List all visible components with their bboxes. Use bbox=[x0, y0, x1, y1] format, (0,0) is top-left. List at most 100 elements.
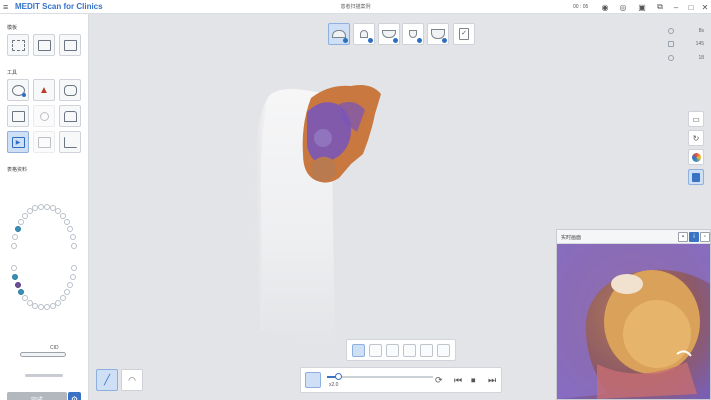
compare-icon bbox=[11, 110, 25, 122]
compare-tool[interactable] bbox=[7, 105, 29, 127]
window-icon[interactable]: ⧉ bbox=[655, 2, 665, 12]
tooth-21[interactable] bbox=[43, 203, 50, 210]
tooth-38[interactable] bbox=[70, 265, 77, 272]
tooth-14[interactable] bbox=[21, 213, 28, 220]
live-camera-feed bbox=[557, 244, 710, 399]
template-select-tool[interactable] bbox=[7, 34, 29, 56]
view-right-button[interactable] bbox=[437, 344, 450, 357]
frames-icon bbox=[668, 41, 674, 47]
measure-tool[interactable] bbox=[59, 131, 81, 153]
live-view-info-button[interactable]: i bbox=[689, 232, 699, 242]
tooth-37[interactable] bbox=[69, 273, 76, 280]
tooth-34[interactable] bbox=[60, 294, 67, 301]
stop-icon[interactable]: ◎ bbox=[618, 2, 628, 12]
scan-data bbox=[302, 85, 381, 183]
reset-view-button[interactable]: ↻ bbox=[688, 130, 704, 146]
tooth-15[interactable] bbox=[17, 219, 24, 226]
erase-icon: ▲ bbox=[39, 84, 49, 96]
stage-lower-jaw[interactable] bbox=[378, 23, 400, 45]
stop-playback-icon[interactable]: ⏹ bbox=[471, 374, 476, 386]
playback-thumbnail[interactable] bbox=[305, 372, 321, 388]
select-area-icon bbox=[11, 39, 25, 51]
stage-review[interactable]: ✓ bbox=[453, 23, 475, 45]
model-view-button[interactable]: ◠ bbox=[121, 369, 143, 391]
title-bar: ≡ MEDIT Scan for Clinics 患者扫描案例 00 : 05 … bbox=[0, 0, 711, 14]
stage-lower-prep[interactable] bbox=[402, 23, 424, 45]
tooth-35[interactable] bbox=[64, 288, 71, 295]
lower-prep-icon bbox=[409, 30, 417, 38]
color-ball-icon bbox=[691, 152, 701, 162]
loop-icon[interactable]: ⟳ bbox=[435, 374, 443, 386]
section-tools-label: 工具 bbox=[7, 70, 18, 76]
play-tool[interactable]: ▶ bbox=[7, 131, 29, 153]
minimize-icon[interactable]: – bbox=[671, 2, 681, 12]
record-icon[interactable]: ◉ bbox=[600, 2, 610, 12]
clipboard-check-icon: ✓ bbox=[459, 28, 469, 40]
view-front-button[interactable] bbox=[369, 344, 382, 357]
tooth-27[interactable] bbox=[69, 234, 76, 241]
tooth-36[interactable] bbox=[67, 281, 74, 288]
tooth-16[interactable] bbox=[14, 226, 21, 233]
live-view-panel: 实时画面 ▪ i ▫ bbox=[556, 229, 711, 400]
screenshot-button[interactable]: ▭ bbox=[688, 111, 704, 127]
previous-icon[interactable]: ⏮ bbox=[454, 374, 462, 386]
section-teeth-label: 表格资料 bbox=[7, 167, 28, 173]
playback-slider-handle[interactable] bbox=[334, 373, 342, 380]
settings-button[interactable]: ⚙ bbox=[68, 392, 81, 400]
live-view-expand-button[interactable]: ▫ bbox=[700, 232, 710, 242]
tooth-18[interactable] bbox=[11, 242, 18, 249]
tooth-17[interactable] bbox=[12, 234, 19, 241]
next-icon[interactable]: ⏭ bbox=[488, 374, 496, 386]
frames-stat: 145 bbox=[668, 41, 704, 47]
complete-button[interactable]: 完成 bbox=[7, 392, 67, 400]
capture-tool[interactable] bbox=[33, 131, 55, 153]
section-template-label: 模板 bbox=[7, 25, 18, 31]
close-icon[interactable]: ✕ bbox=[700, 2, 710, 12]
handpiece-label: CID bbox=[50, 345, 59, 351]
view-back-button[interactable] bbox=[403, 344, 416, 357]
tooth-46[interactable] bbox=[14, 281, 21, 288]
tooth-28[interactable] bbox=[70, 242, 77, 249]
tooth-45[interactable] bbox=[17, 288, 24, 295]
search-tool[interactable] bbox=[33, 105, 55, 127]
measure-icon bbox=[63, 136, 77, 148]
playback-slider[interactable] bbox=[327, 373, 433, 380]
brush-tool-button[interactable]: ╱ bbox=[96, 369, 118, 391]
scan-time-stat: 8s bbox=[668, 28, 704, 34]
template-add-tool[interactable] bbox=[59, 34, 81, 56]
lock-area-tool[interactable] bbox=[7, 79, 29, 101]
stage-upper-jaw[interactable] bbox=[328, 23, 350, 45]
jaw-view-icon: ◠ bbox=[128, 374, 136, 385]
view-left-button[interactable] bbox=[420, 344, 433, 357]
search-icon bbox=[39, 111, 49, 121]
maximize-icon[interactable]: □ bbox=[686, 2, 696, 12]
view-bottom-button[interactable] bbox=[386, 344, 399, 357]
playback-speed[interactable]: x2.0 bbox=[329, 382, 338, 388]
lower-jaw-icon bbox=[382, 30, 396, 38]
add-area-icon bbox=[63, 39, 77, 51]
tooth-chart bbox=[8, 198, 80, 316]
display-mode-button[interactable] bbox=[688, 169, 704, 185]
color-mode-button[interactable] bbox=[688, 149, 704, 165]
stage-occlusion[interactable] bbox=[427, 23, 449, 45]
template-edit-tool[interactable] bbox=[33, 34, 55, 56]
arch-tool[interactable] bbox=[59, 79, 81, 101]
tooth-48[interactable] bbox=[11, 265, 18, 272]
scanner-handpiece-icon bbox=[20, 352, 66, 357]
tooth-26[interactable] bbox=[67, 226, 74, 233]
model-icon bbox=[692, 172, 700, 182]
play-icon: ▶ bbox=[11, 136, 25, 148]
camera-icon[interactable]: ▣ bbox=[637, 2, 647, 12]
capture-icon bbox=[37, 136, 51, 148]
erase-tool[interactable]: ▲ bbox=[33, 79, 55, 101]
scan-timer: 00 : 05 bbox=[573, 4, 589, 10]
rotate-icon: ↻ bbox=[692, 133, 700, 143]
tooth-25[interactable] bbox=[64, 219, 71, 226]
tooth-47[interactable] bbox=[12, 273, 19, 280]
live-view-header: 实时画面 ▪ i ▫ bbox=[557, 230, 710, 244]
live-view-camera-button[interactable]: ▪ bbox=[678, 232, 688, 242]
stage-upper-prep[interactable] bbox=[353, 23, 375, 45]
teeth-tool[interactable] bbox=[59, 105, 81, 127]
clock-icon bbox=[668, 28, 674, 34]
view-occlusal-button[interactable] bbox=[352, 344, 365, 357]
